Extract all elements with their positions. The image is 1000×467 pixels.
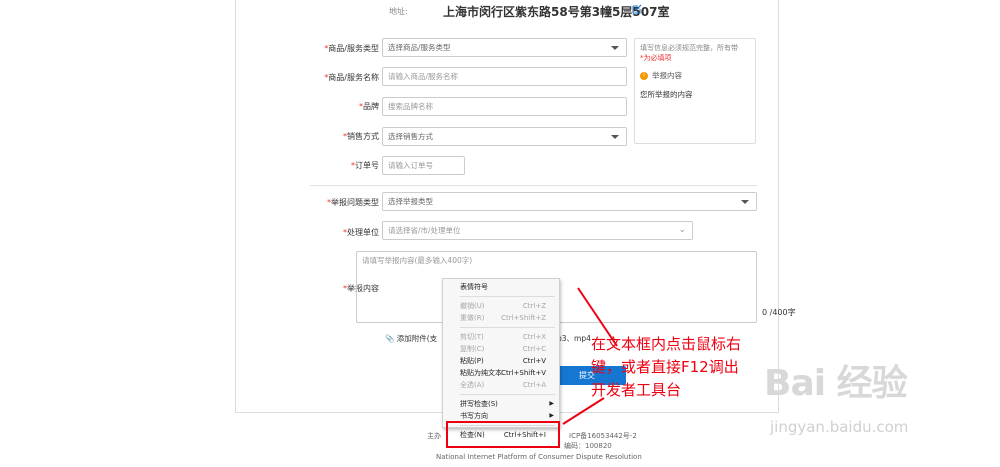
- arrow-line-lower: [562, 397, 605, 425]
- annotation-line-3: 开发者工具台: [591, 381, 682, 399]
- annotation-line-2: 键，或者直接F12调出: [591, 358, 739, 376]
- watermark-logo: Bai 经验: [764, 363, 908, 404]
- watermark-url: jingyan.baidu.com: [770, 418, 909, 436]
- annotation-line-1: 在文本框内点击鼠标右: [591, 335, 742, 353]
